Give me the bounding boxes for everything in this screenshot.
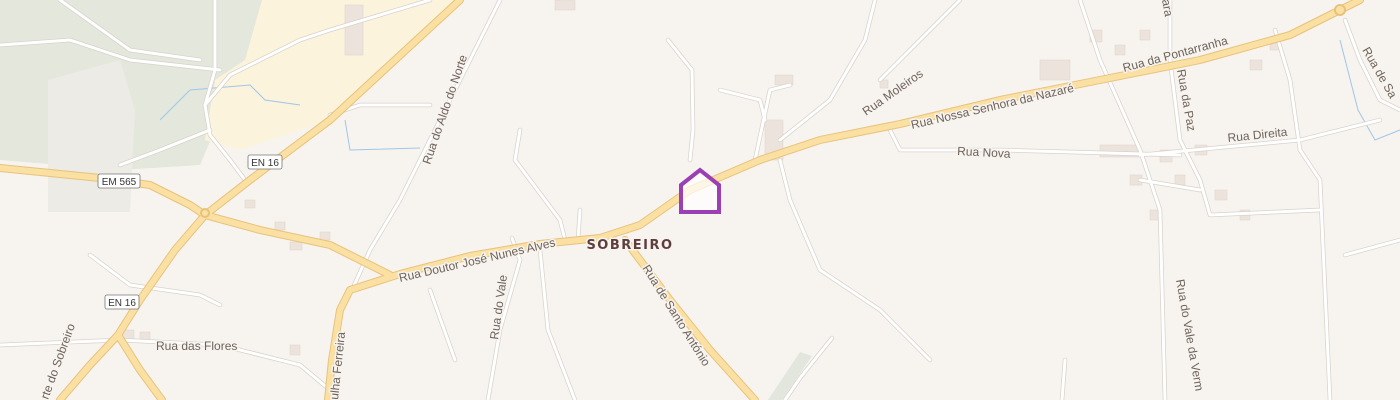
farmland-area	[48, 60, 135, 212]
road-shield-en16-bottom: EN 16	[104, 294, 140, 310]
street-label: Rua das Flores	[156, 339, 237, 353]
road-shield-en16-top: EN 16	[247, 154, 283, 170]
street-label: Rua Doutor José Nunes Alves	[398, 235, 557, 285]
place-label: SOBREIRO	[586, 238, 673, 253]
street-label: ulha Ferreira	[327, 331, 348, 400]
map-canvas[interactable]: EN 16 EM 565 EN 16 Rua do Aldo do Norte …	[0, 0, 1400, 400]
road-ref-label: EN 16	[108, 298, 136, 309]
road-ref-label: EN 16	[251, 158, 279, 169]
stream	[344, 119, 421, 151]
street-label: Rua de Santo António	[639, 262, 713, 369]
road-shield-em565: EM 565	[97, 173, 141, 189]
road-ref-label: EM 565	[102, 177, 137, 188]
map-layer: EN 16 EM 565 EN 16 Rua do Aldo do Norte …	[0, 0, 1400, 400]
street-label: Rua Nossa Senhora da Nazaré	[910, 81, 1076, 132]
street-label: Rua do Aldo do Norte	[420, 53, 471, 166]
street-label: ara	[1159, 0, 1176, 18]
street-label: Rua do Vale da Verm	[1173, 278, 1206, 392]
street-label: Rua Moleiros	[860, 66, 926, 118]
street-label: Rua Nova	[957, 144, 1011, 161]
